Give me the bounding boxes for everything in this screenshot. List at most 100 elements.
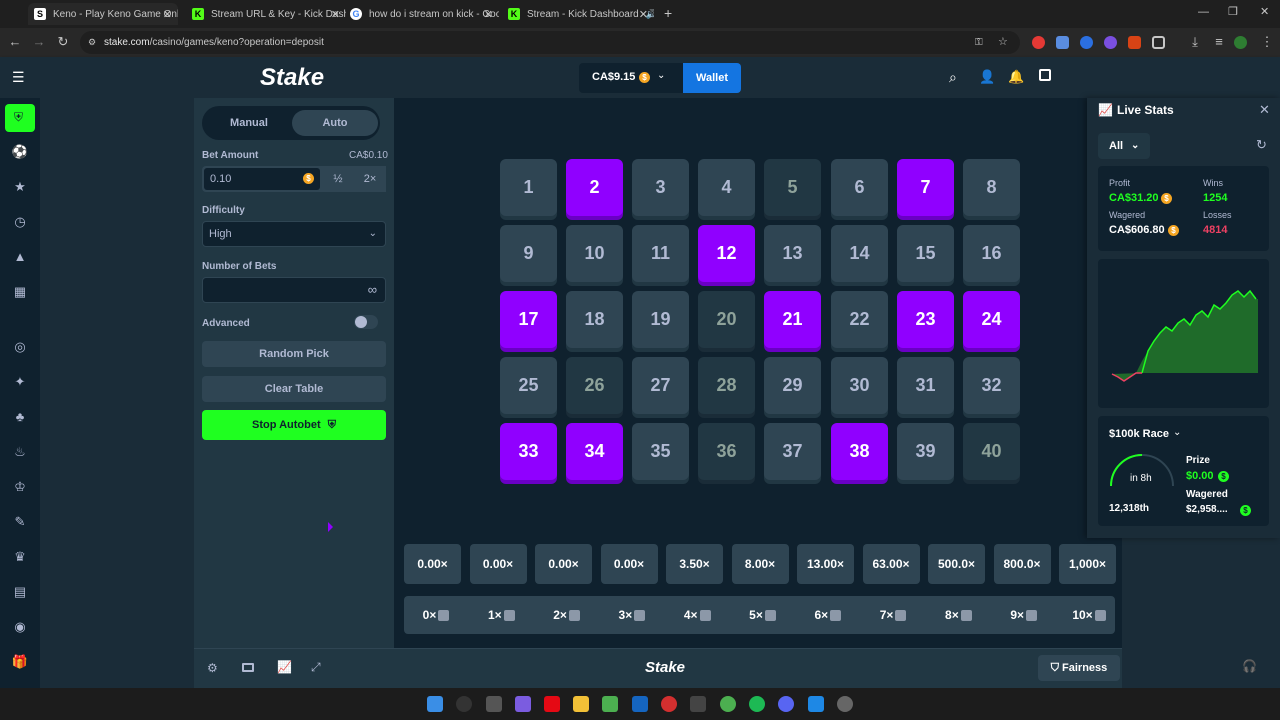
file-explorer-icon[interactable] [573,696,589,712]
extension-screen-icon[interactable] [1056,36,1069,49]
keno-tile[interactable]: 2 [566,159,623,216]
theatre-mode-icon[interactable] [242,663,254,672]
double-bet-button[interactable]: 2× [354,166,386,192]
keno-tile[interactable]: 8 [963,159,1020,216]
app-red-icon[interactable] [661,696,677,712]
copilot-icon[interactable] [515,696,531,712]
keno-tile[interactable]: 5 [764,159,821,216]
netflix-icon[interactable] [544,696,560,712]
obs-icon[interactable] [837,696,853,712]
auto-tab[interactable]: Auto [292,110,378,136]
keno-tile[interactable]: 17 [500,291,557,348]
keno-tile[interactable]: 21 [764,291,821,348]
keno-tile[interactable]: 19 [632,291,689,348]
wallet-button[interactable]: Wallet [683,63,741,93]
media-icon[interactable]: ≡ [1210,34,1228,49]
close-icon[interactable]: ✕ [331,8,340,21]
password-key-icon[interactable]: ⚿ [975,31,983,54]
gift-icon[interactable]: 🎁 [11,653,29,671]
keno-tile[interactable]: 1 [500,159,557,216]
minimize-icon[interactable]: — [1198,6,1209,18]
keno-tile[interactable]: 39 [897,423,954,480]
number-of-bets-input[interactable]: ∞ [202,277,386,303]
manual-tab[interactable]: Manual [206,110,292,136]
stake-logo[interactable]: Stake [260,64,324,92]
keno-tile[interactable]: 20 [698,291,755,348]
bet-amount-input[interactable]: 0.10 $ [204,168,320,190]
stats-filter-select[interactable]: All ⌄ [1098,133,1150,159]
minecraft-icon[interactable] [602,696,618,712]
keno-tile[interactable]: 33 [500,423,557,480]
difficulty-select[interactable]: High ⌄ [202,221,386,247]
bookmark-star-icon[interactable]: ☆ [998,31,1008,54]
clipboard-icon[interactable]: ▤ [11,583,29,601]
keno-tile[interactable]: 38 [831,423,888,480]
restore-icon[interactable]: ❐ [1228,5,1238,18]
user-icon[interactable]: 👤 [979,69,995,85]
keno-tile[interactable]: 31 [897,357,954,414]
stop-autobet-button[interactable]: Stop Autobet ⛨ [202,410,386,440]
keno-tile[interactable]: 30 [831,357,888,414]
keno-tile[interactable]: 23 [897,291,954,348]
originals-icon[interactable]: ◎ [11,338,29,356]
keno-tile[interactable]: 35 [632,423,689,480]
keno-tile[interactable]: 14 [831,225,888,282]
tools-icon[interactable]: ✎ [11,513,29,531]
extension-purple-icon[interactable] [1104,36,1117,49]
download-icon[interactable]: ⤓ [1186,34,1204,50]
notifications-bell-icon[interactable]: 🔔 [1008,69,1024,85]
popout-icon[interactable]: ⤢ [311,660,321,675]
url-field[interactable]: ⚙ stake.com/casino/games/keno?operation=… [80,31,1020,54]
keno-tile[interactable]: 12 [698,225,755,282]
fairness-button[interactable]: ⛉ Fairness [1038,655,1120,681]
new-tab-button[interactable]: + [664,5,672,21]
keno-tile[interactable]: 29 [764,357,821,414]
store-icon[interactable] [632,696,648,712]
tab-google-search[interactable]: G how do i stream on kick - Goog ✕ [344,3,499,25]
keno-tile[interactable]: 7 [897,159,954,216]
extensions-puzzle-icon[interactable] [1152,36,1165,49]
challenges-icon[interactable]: ▲ [11,248,29,266]
extension-blue-icon[interactable] [1080,36,1093,49]
keno-tile[interactable]: 18 [566,291,623,348]
live-stats-chart-icon[interactable]: 📈 [277,660,292,674]
spotify-icon[interactable] [749,696,765,712]
chat-panel-icon[interactable] [1039,69,1051,81]
keno-tile[interactable]: 22 [831,291,888,348]
search-icon[interactable]: ⌕ [949,69,957,86]
close-icon[interactable]: ✕ [163,8,172,21]
keno-tile[interactable]: 28 [698,357,755,414]
keno-tile[interactable]: 9 [500,225,557,282]
bets-icon[interactable]: ▦ [11,283,29,301]
keno-tile[interactable]: 10 [566,225,623,282]
task-view-icon[interactable] [486,696,502,712]
random-pick-button[interactable]: Random Pick [202,341,386,367]
menu-hamburger-icon[interactable]: ☰ [12,69,25,86]
discord-icon[interactable] [778,696,794,712]
tab-keno[interactable]: S Keno - Play Keno Game Online ✕ [28,3,178,25]
browser-menu-icon[interactable]: ⋮ [1258,34,1276,50]
casino-shield-button[interactable]: ⛨ [5,104,35,132]
keno-tile[interactable]: 34 [566,423,623,480]
clear-table-button[interactable]: Clear Table [202,376,386,402]
shirt-icon[interactable]: ♔ [11,478,29,496]
half-bet-button[interactable]: ½ [322,166,354,192]
reload-icon[interactable]: ↻ [54,34,72,50]
taskbar-search-icon[interactable] [456,696,472,712]
keno-tile[interactable]: 4 [698,159,755,216]
favorites-star-icon[interactable]: ★ [11,178,29,196]
live-casino-icon[interactable]: ♣ [11,408,29,426]
close-icon[interactable]: ✕ [484,8,493,21]
app-g-icon[interactable] [690,696,706,712]
keno-tile[interactable]: 26 [566,357,623,414]
headset-support-icon[interactable]: 🎧 [1242,659,1257,673]
back-icon[interactable]: ← [6,34,24,49]
extension-fox-icon[interactable] [1128,36,1141,49]
close-icon[interactable]: ✕ [1259,102,1270,118]
keno-tile[interactable]: 36 [698,423,755,480]
balance-selector[interactable]: CA$9.15 $ ⌄ [579,63,683,93]
keno-tile[interactable]: 11 [632,225,689,282]
support-icon[interactable]: ◉ [11,618,29,636]
keno-tile[interactable]: 27 [632,357,689,414]
keno-tile[interactable]: 3 [632,159,689,216]
